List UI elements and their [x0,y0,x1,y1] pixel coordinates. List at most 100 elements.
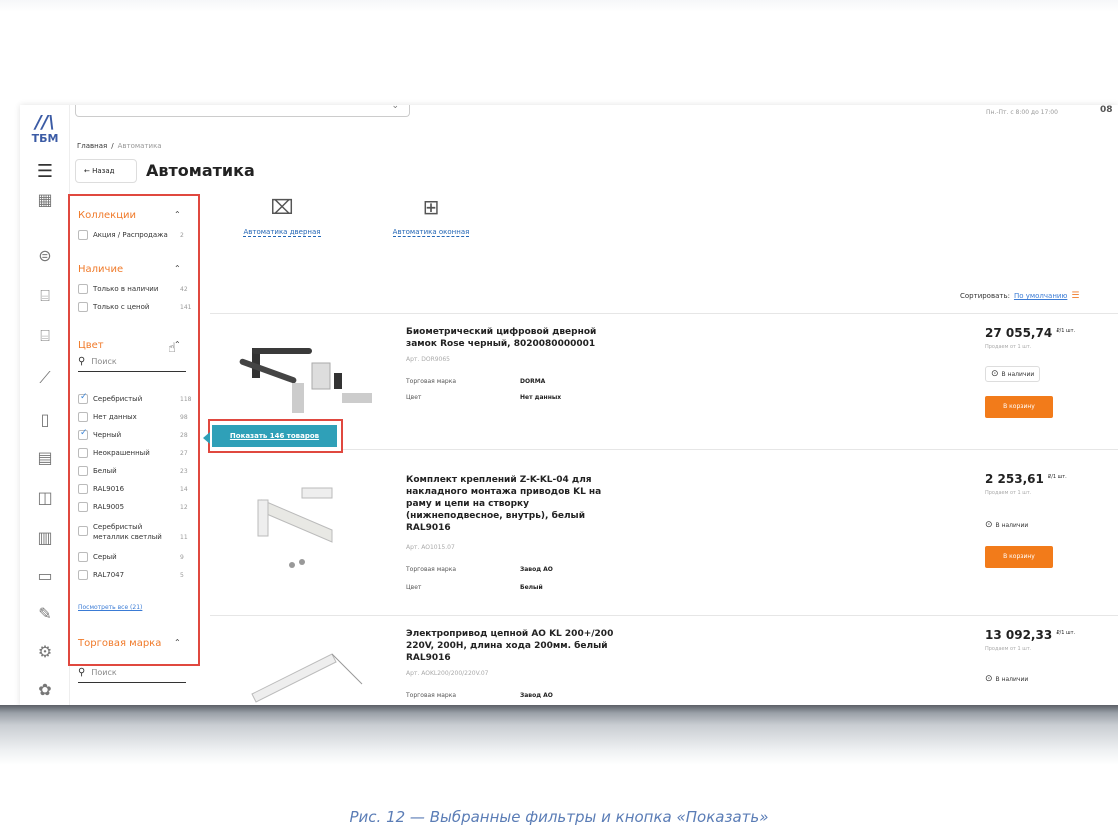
filter-color-title[interactable]: Цвет [78,340,104,351]
list-view-icon[interactable]: ☰ [1071,291,1079,301]
show-results-button[interactable]: Показать 146 товаров [212,425,337,447]
logo[interactable]: //\ ТБМ [26,113,64,153]
checkbox[interactable] [78,466,88,476]
filter-option[interactable]: Неокрашенный [78,448,150,458]
calculator-icon[interactable]: ▦ [34,189,56,211]
filter-collections-title[interactable]: Коллекции [78,210,136,221]
tooltip-arrow [203,432,210,444]
filter-option[interactable]: Акция / Распродажа [78,230,168,240]
view-all-link[interactable]: Посмотреть все (21) [78,604,142,611]
box-icon[interactable]: ◫ [34,487,56,509]
color-search-input[interactable]: ⚲ Поиск [78,356,186,372]
sort-bar: Сортировать: По умолчанию ☰ [960,291,1079,301]
product-price: 27 055,74 ₽/1 шт. [985,326,1075,340]
filter-option[interactable]: Серебристый [78,392,143,404]
filter-availability-title[interactable]: Наличие [78,264,123,275]
gate-icon[interactable]: ▭ [34,565,56,587]
product-name[interactable]: Комплект креплений Z-K-KL-04 для накладн… [406,474,616,534]
icon-sidebar: //\ ТБМ ☰ ▦ ⊜ ⌸ ⌸ ⟋ ▯ ▤ ◫ ▥ ▭ ✎ ⚙ ✿ [20,105,70,707]
top-search-input[interactable]: ⌄ [75,105,410,117]
product-attr-value: Завод АО [520,692,553,699]
product-min-qty: Продаем от 1 шт. [985,344,1032,350]
checkbox-checked[interactable] [78,428,88,440]
filter-option[interactable]: Черный [78,428,122,440]
checkbox[interactable] [78,302,88,312]
category-window-automation[interactable]: ⊞ Автоматика оконная [376,195,486,238]
filter-option-label: Только в наличии [93,285,159,293]
filter-option-label: Серебристый [93,395,143,403]
stock-label: В наличии [1001,371,1035,378]
check-circle-icon: ⊙ [991,369,999,379]
checkbox[interactable] [78,526,88,536]
menu-icon[interactable]: ☰ [34,161,56,183]
checkbox[interactable] [78,284,88,294]
filter-option[interactable]: Серебристый металлик светлый [78,522,178,542]
filter-option-label: RAL9005 [93,503,125,511]
filter-option-label: Серебристый металлик светлый [93,523,162,541]
sort-label: Сортировать: [960,292,1010,300]
filter-option[interactable]: Только в наличии [78,284,158,294]
category-label[interactable]: Автоматика оконная [392,228,470,237]
filter-option[interactable]: Нет данных [78,412,137,422]
filter-option[interactable]: RAL9005 [78,502,124,512]
checkbox[interactable] [78,502,88,512]
filter-option[interactable]: RAL7047 [78,570,124,580]
checkbox[interactable] [78,570,88,580]
checkbox[interactable] [78,230,88,240]
product-price: 2 253,61 ₽/1 шт. [985,472,1067,486]
product-name[interactable]: Электропривод цепной АО KL 200+/200 220V… [406,628,616,664]
checkbox[interactable] [78,448,88,458]
breadcrumb-separator: / [111,142,114,150]
category-label[interactable]: Автоматика дверная [243,228,321,237]
product-card: Комплект креплений Z-K-KL-04 для накладн… [210,449,1118,607]
automation-icon[interactable]: ⊜ [34,245,56,267]
product-min-qty: Продаем от 1 шт. [985,490,1032,496]
parts-icon[interactable]: ⚙ [34,641,56,663]
filter-option[interactable]: Серый [78,552,117,562]
door-icon[interactable]: ▯ [34,409,56,431]
sort-select[interactable]: По умолчанию [1014,292,1067,300]
app-screenshot: //\ ТБМ ☰ ▦ ⊜ ⌸ ⌸ ⟋ ▯ ▤ ◫ ▥ ▭ ✎ ⚙ ✿ ⌄ Пн… [20,105,1118,707]
product-image[interactable] [222,624,382,707]
chevron-up-icon[interactable]: ⌃ [174,264,181,273]
product-attr-key: Торговая марка [406,378,457,385]
checkbox[interactable] [78,552,88,562]
handle-icon[interactable]: ⟋ [34,367,56,389]
filter-option-count: 42 [180,286,188,293]
back-button[interactable]: ← Назад [75,159,137,183]
price-unit: ₽/1 шт. [1048,474,1067,480]
stock-label: В наличии [995,676,1029,683]
category-door-automation[interactable]: ⌧ Автоматика дверная [232,195,332,238]
tools-icon[interactable]: ✎ [34,603,56,625]
filter-option[interactable]: Белый [78,466,117,476]
filter-brand-title[interactable]: Торговая марка [78,638,161,649]
product-attr-value: Завод АО [520,566,553,573]
filter-option-count: 28 [180,432,188,439]
filter-option-label: Черный [93,431,122,439]
filter-option-count: 141 [180,304,192,311]
product-image[interactable] [222,480,382,580]
door-closer-2-icon[interactable]: ⌸ [34,325,56,347]
breadcrumb-current: Автоматика [117,142,162,150]
product-attr-key: Цвет [406,584,422,591]
add-to-cart-button[interactable]: В корзину [985,546,1053,568]
misc-icon[interactable]: ✿ [34,679,56,701]
product-name[interactable]: Биометрический цифровой дверной замок Ro… [406,326,616,350]
add-to-cart-button[interactable]: В корзину [985,396,1053,418]
chevron-up-icon[interactable]: ⌃ [174,210,181,219]
checkbox[interactable] [78,484,88,494]
doors-icon[interactable]: ▥ [34,527,56,549]
checkbox-checked[interactable] [78,392,88,404]
checkbox[interactable] [78,412,88,422]
search-placeholder: Поиск [91,668,117,677]
breadcrumb-home[interactable]: Главная [77,142,107,150]
filter-option[interactable]: RAL9016 [78,484,124,494]
price-value: 27 055,74 [985,326,1053,340]
product-image[interactable] [222,328,382,428]
search-icon: ⚲ [78,356,86,367]
door-closer-icon[interactable]: ⌸ [34,285,56,307]
filter-option[interactable]: Только с ценой [78,302,149,312]
window-icon[interactable]: ▤ [34,447,56,469]
brand-search-input[interactable]: ⚲ Поиск [78,667,186,683]
chevron-up-icon[interactable]: ⌃ [174,638,181,647]
